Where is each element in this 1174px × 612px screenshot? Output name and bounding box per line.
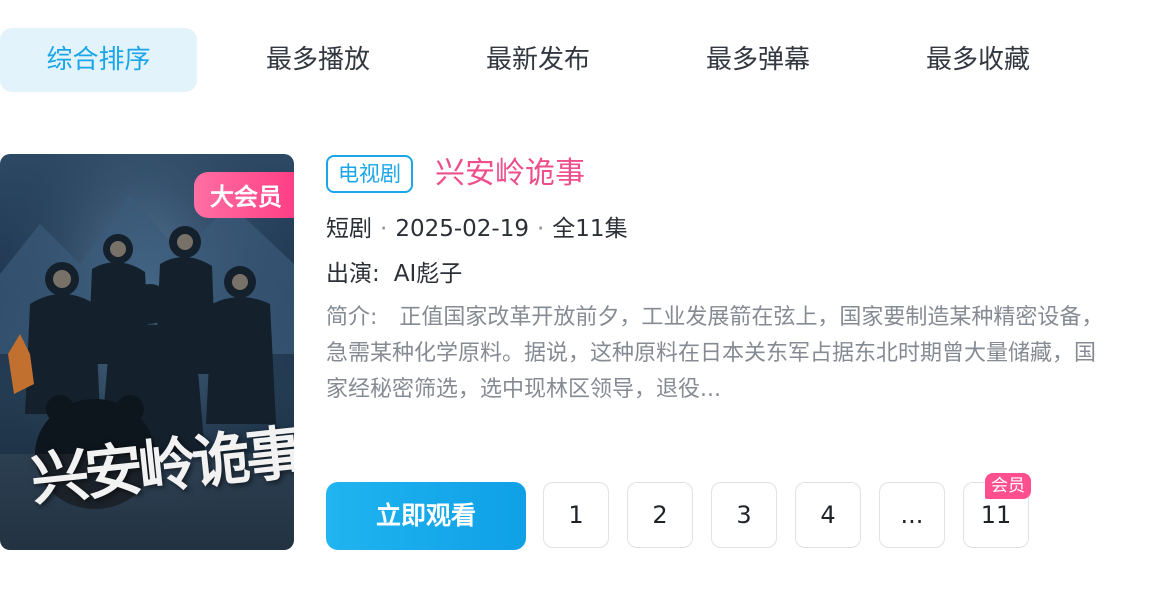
sort-tabs: 综合排序 最多播放 最新发布 最多弹幕 最多收藏: [0, 28, 1174, 92]
episode-button-more[interactable]: ...: [879, 482, 945, 548]
genre-text: 短剧: [326, 216, 372, 242]
intro-body: 正值国家改革开放前夕，工业发展箭在弦上，国家要制造某种精密设备，急需某种化学原料…: [326, 305, 1104, 402]
episode-button-4[interactable]: 4: [795, 482, 861, 548]
cast-line: 出演: AI彪子: [326, 255, 462, 293]
poster-image[interactable]: 大会员 兴安岭诡事: [0, 154, 294, 550]
release-date: 2025-02-19: [395, 216, 529, 242]
watch-now-button[interactable]: 立即观看: [326, 482, 526, 550]
show-title[interactable]: 兴安岭诡事: [435, 152, 585, 196]
intro-label: 简介:: [326, 305, 378, 330]
meta-separator: ·: [380, 216, 388, 242]
tab-comprehensive-sort[interactable]: 综合排序: [0, 28, 197, 92]
tab-newest[interactable]: 最新发布: [440, 28, 636, 92]
tab-most-favorited[interactable]: 最多收藏: [880, 28, 1076, 92]
vip-badge: 大会员: [194, 172, 294, 218]
cast-label: 出演:: [326, 261, 380, 287]
meta-line: 短剧 · 2025-02-19 · 全11集: [326, 210, 628, 248]
episode-button-1[interactable]: 1: [543, 482, 609, 548]
episode-button-3[interactable]: 3: [711, 482, 777, 548]
tab-most-danmaku[interactable]: 最多弹幕: [660, 28, 856, 92]
meta-separator: ·: [536, 216, 545, 242]
episode-count: 全11集: [552, 216, 628, 242]
intro-text: 简介: 正值国家改革开放前夕，工业发展箭在弦上，国家要制造某种精密设备，急需某种化…: [326, 300, 1106, 408]
type-tag: 电视剧: [326, 155, 413, 193]
tab-most-played[interactable]: 最多播放: [220, 28, 416, 92]
cast-value: AI彪子: [393, 261, 463, 287]
episode-button-2[interactable]: 2: [627, 482, 693, 548]
episode-vip-badge: 会员: [985, 473, 1031, 499]
